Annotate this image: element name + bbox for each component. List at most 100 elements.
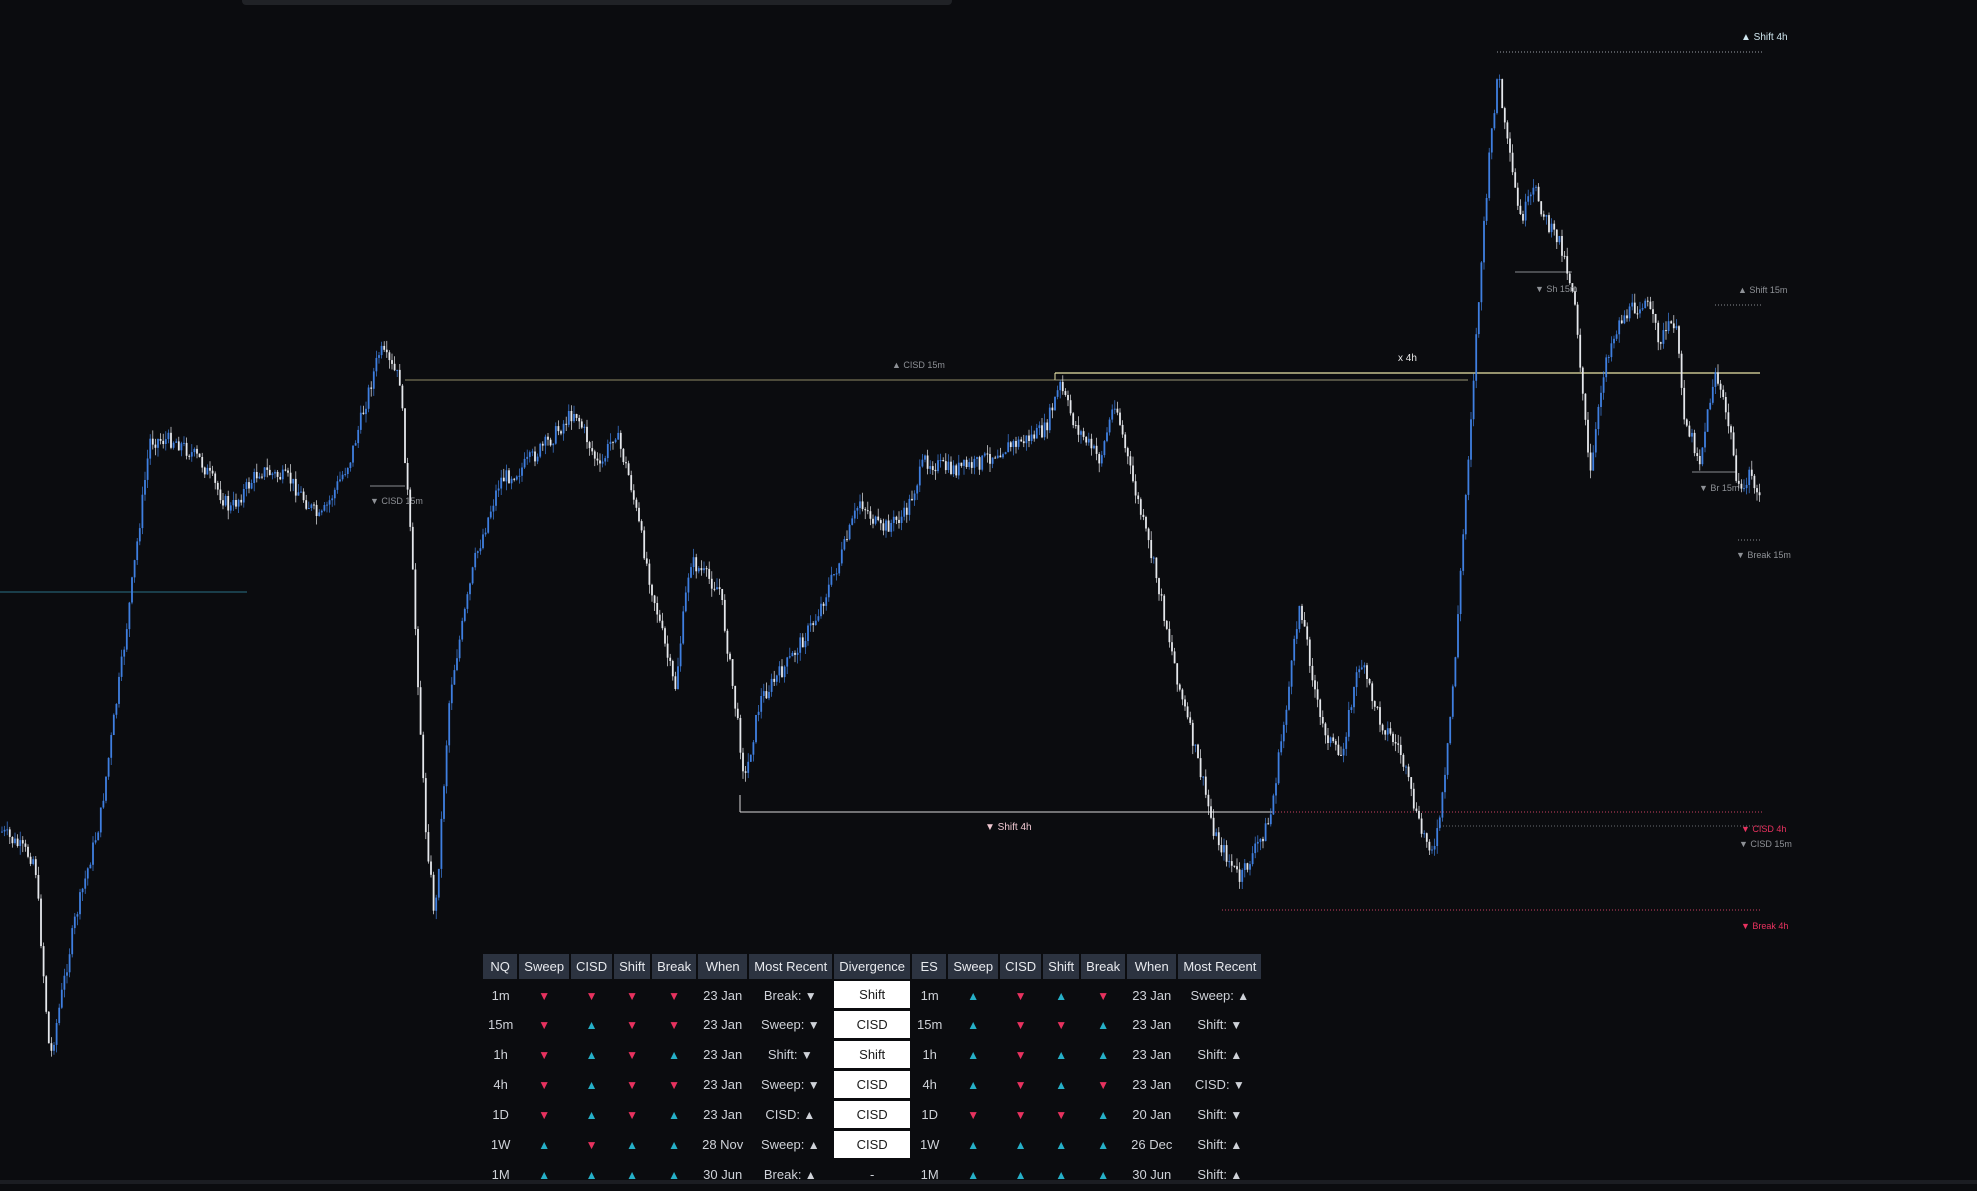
nq-timeframe: 1D xyxy=(492,1107,509,1122)
divergence-cell: CISD xyxy=(832,1129,913,1161)
candle-body xyxy=(1415,808,1418,811)
candle-body xyxy=(1171,642,1173,652)
candle-body xyxy=(196,448,198,454)
candle-body xyxy=(781,666,783,678)
candle-body xyxy=(37,875,40,899)
candle-body xyxy=(846,539,848,541)
candle-body xyxy=(297,492,300,496)
candle-body xyxy=(201,457,204,468)
candle-body xyxy=(552,443,555,446)
candle-body xyxy=(1527,196,1530,202)
candle-body xyxy=(1165,620,1168,629)
candle-body xyxy=(677,666,679,689)
candle-body xyxy=(47,1011,50,1044)
candle-body xyxy=(1022,441,1025,444)
candle-body xyxy=(1347,710,1350,737)
es-cisd: ▼ xyxy=(999,1040,1042,1070)
candle-body xyxy=(214,473,217,483)
candle-body xyxy=(804,641,807,648)
es-most-recent: Shift: ▲ xyxy=(1177,1130,1262,1160)
es-cisd: ▲ xyxy=(999,1160,1042,1190)
triangle-down-icon: ▼ xyxy=(1097,1078,1110,1092)
es-shift: ▲ xyxy=(1042,1160,1080,1190)
candle-body xyxy=(916,485,919,494)
candle-body xyxy=(1719,383,1722,390)
nq-most-recent: Break: ▼ xyxy=(748,980,833,1010)
candle-body xyxy=(1288,686,1290,710)
candle-body xyxy=(315,504,318,516)
candle-body xyxy=(430,861,432,875)
triangle-up-icon: ▲ xyxy=(1227,1138,1243,1152)
nq-when: 28 Nov xyxy=(702,1137,744,1152)
candle-body xyxy=(859,501,861,508)
candle-body xyxy=(1597,406,1600,429)
candle-body xyxy=(653,595,656,604)
candle-body xyxy=(1623,315,1626,324)
candle-body xyxy=(245,482,248,489)
candle-body xyxy=(235,500,237,507)
nq-cisd: ▲ xyxy=(570,1160,613,1190)
candle-body xyxy=(1462,534,1465,571)
candle-body xyxy=(560,431,562,434)
candle-body xyxy=(1680,353,1683,388)
nq-shift: ▼ xyxy=(613,1040,651,1070)
candle-body xyxy=(1644,300,1647,309)
candle-body xyxy=(892,516,895,523)
candle-body xyxy=(848,524,851,540)
candle-body xyxy=(601,461,604,464)
candle-body xyxy=(66,972,68,976)
candle-body xyxy=(107,757,110,777)
candle-body xyxy=(172,442,175,448)
candle-body xyxy=(619,432,622,449)
candle-body xyxy=(1535,186,1537,188)
candle-body xyxy=(1069,400,1072,414)
candle-body xyxy=(1756,488,1758,493)
nq-break: ▼ xyxy=(651,1010,697,1040)
candle-body xyxy=(404,408,406,463)
candle-body xyxy=(1444,774,1446,793)
candle-body xyxy=(1220,845,1223,853)
divergence-cell: CISD xyxy=(832,1069,913,1101)
candle-body xyxy=(749,754,752,762)
candle-body xyxy=(900,516,903,523)
candle-body xyxy=(666,643,669,658)
candle-body xyxy=(853,510,856,519)
candle-body xyxy=(1030,434,1033,441)
candle-body xyxy=(1589,452,1592,471)
candle-body xyxy=(422,734,425,779)
candle-body xyxy=(1028,435,1030,441)
candle-body xyxy=(1490,128,1493,153)
candle-body xyxy=(895,516,898,520)
candle-body xyxy=(648,563,651,585)
candle-body xyxy=(1386,728,1389,735)
candle-body xyxy=(1134,481,1137,496)
candle-body xyxy=(128,602,131,630)
candle-body xyxy=(768,691,770,699)
candle-body xyxy=(380,345,383,356)
most-recent-label: Shift: xyxy=(1197,1137,1228,1152)
candle-body xyxy=(1537,186,1540,202)
most-recent-label: Shift: xyxy=(767,1047,798,1062)
candle-body xyxy=(557,426,560,432)
candle-body xyxy=(1470,419,1472,460)
candle-body xyxy=(1368,679,1371,684)
candle-body xyxy=(996,455,999,458)
candle-body xyxy=(1714,372,1717,387)
nq-cisd: ▼ xyxy=(570,980,613,1010)
candle-body xyxy=(1636,313,1639,315)
candle-body xyxy=(814,620,817,625)
nq-break: ▼ xyxy=(651,980,697,1010)
candle-body xyxy=(1418,810,1420,819)
es-break: ▲ xyxy=(1080,1040,1126,1070)
candle-body xyxy=(1394,742,1397,744)
candle-body xyxy=(1392,733,1394,742)
most-recent-label: Shift: xyxy=(1197,1017,1228,1032)
candle-body xyxy=(986,453,989,455)
candle-body xyxy=(671,661,674,677)
triangle-up-icon: ▲ xyxy=(804,1138,820,1152)
table-row: 15m ▼ ▲ ▼ ▼ 23 Jan Sweep: ▼ CISD 15m ▲ ▼ ▼ ▲ 23 Jan Sh… xyxy=(483,1009,1262,1041)
candle-body xyxy=(950,461,952,474)
candle-body xyxy=(29,856,32,864)
candle-body xyxy=(1475,334,1478,381)
candle-body xyxy=(1529,194,1532,197)
